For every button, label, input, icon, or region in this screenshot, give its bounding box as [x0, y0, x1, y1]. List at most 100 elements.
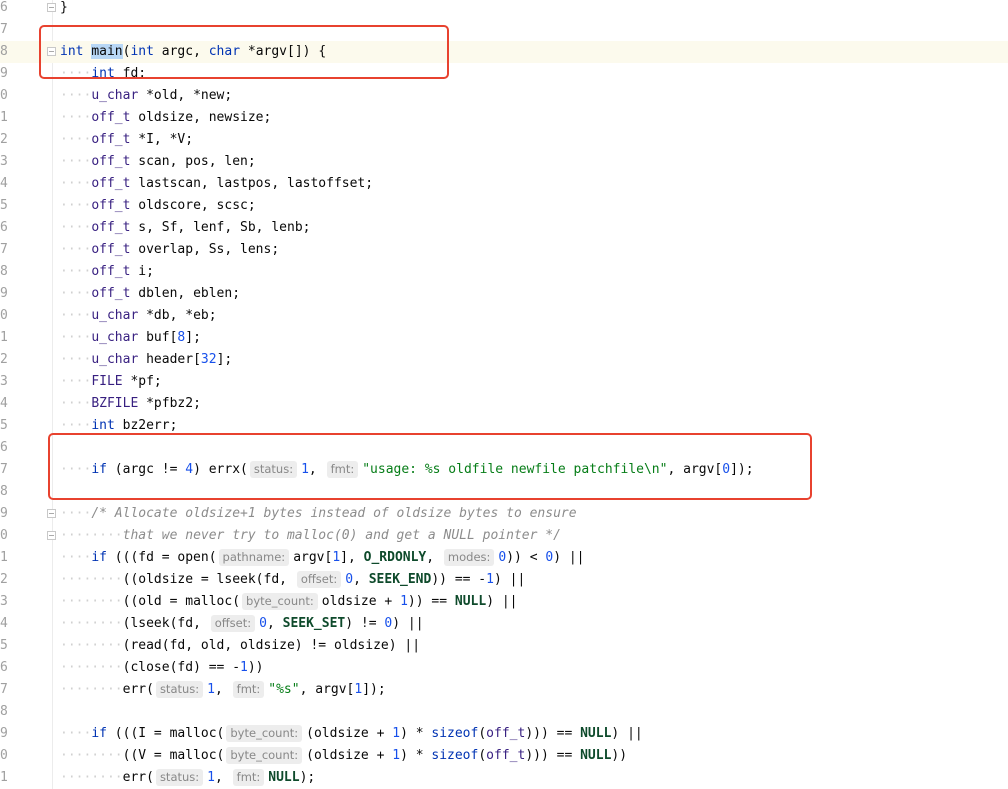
- fold-toggle-icon[interactable]: [47, 531, 56, 540]
- type-name: off_t: [91, 132, 131, 147]
- fold-toggle-icon[interactable]: [47, 3, 56, 12]
- type-name: off_t: [91, 198, 131, 213]
- parameter-hint: byte_count:: [242, 593, 318, 610]
- code-line[interactable]: 0 ····u_char *old, *new;: [0, 85, 1008, 107]
- code-line[interactable]: 4 ····BZFILE *pfbz2;: [0, 393, 1008, 415]
- type-name: BZFILE: [91, 396, 139, 411]
- code-line[interactable]: 6 ········(close(fd) == -1)): [0, 657, 1008, 679]
- line-code: ····u_char *db, *eb;: [60, 305, 217, 327]
- code-text: }: [60, 0, 68, 15]
- code-line[interactable]: 0 ····u_char *db, *eb;: [0, 305, 1008, 327]
- parameter-hint: fmt:: [232, 681, 265, 698]
- code-line[interactable]: 0 ········that we never try to malloc(0) …: [0, 525, 1008, 547]
- line-code: ········((V = malloc(byte_count: (oldsize…: [60, 745, 627, 767]
- line-code: ········(lseek(fd, offset: 0, SEEK_SET) !…: [60, 613, 424, 635]
- line-code: ····u_char *old, *new;: [60, 85, 232, 107]
- keyword: if: [91, 726, 107, 741]
- code-line[interactable]: 7 ····off_t overlap, Ss, lens;: [0, 239, 1008, 261]
- parameter-hint: status:: [155, 769, 204, 786]
- line-code: }: [60, 0, 68, 19]
- code-line[interactable]: 7 ········err(status: 1, fmt: "%s", argv[1]…: [0, 679, 1008, 701]
- indent-whitespace: ········: [60, 748, 123, 763]
- line-code: ····if (((fd = open(pathname: argv[1], O_…: [60, 547, 585, 569]
- code-line[interactable]: 8: [0, 701, 1008, 723]
- type-name: off_t: [91, 286, 131, 301]
- type-name: FILE: [91, 374, 123, 389]
- code-line[interactable]: 2 ····u_char header[32];: [0, 349, 1008, 371]
- code-line[interactable]: 3 ····off_t scan, pos, len;: [0, 151, 1008, 173]
- code-text: dblen, eblen;: [130, 286, 241, 301]
- parameter-hint: byte_count:: [226, 725, 303, 742]
- code-text: );: [299, 770, 316, 785]
- code-line[interactable]: 6 ····off_t s, Sf, lenf, Sb, lenb;: [0, 217, 1008, 239]
- code-line[interactable]: 4 ····off_t lastscan, lastpos, lastoffset…: [0, 173, 1008, 195]
- line-number: 5: [0, 418, 8, 433]
- indent-whitespace: ····: [60, 132, 92, 147]
- line-number: 6: [0, 440, 8, 455]
- indent-whitespace: ····: [60, 352, 92, 367]
- type-name: off_t: [486, 748, 526, 763]
- code-text: ,: [266, 616, 283, 631]
- number-literal: 0: [345, 572, 354, 587]
- code-text: ) *: [400, 726, 432, 741]
- parameter-hint: status:: [155, 681, 204, 698]
- code-line[interactable]: 3 ········((old = malloc(byte_count: oldsi…: [0, 591, 1008, 613]
- code-line[interactable]: 2 ········((oldsize = lseek(fd, offset: 0,…: [0, 569, 1008, 591]
- line-number: 0: [0, 308, 8, 323]
- code-line[interactable]: 1 ····u_char buf[8];: [0, 327, 1008, 349]
- line-code: ····off_t *I, *V;: [60, 129, 193, 151]
- code-text: oldsize, newsize;: [130, 110, 272, 125]
- line-code: ········(read(fd, old, oldsize) != oldsi…: [60, 635, 420, 657]
- code-editor[interactable]: 6} 7 8 int main(int argc, char *argv[]) {9 ·…: [0, 0, 1008, 789]
- code-text: )) ==: [407, 594, 455, 609]
- code-line[interactable]: 1 ········err(status: 1, fmt: NULL);: [0, 767, 1008, 789]
- code-line[interactable]: 5 ········(read(fd, old, oldsize) != olds…: [0, 635, 1008, 657]
- code-line[interactable]: 6}: [0, 0, 1008, 19]
- comment: that we never try to malloc(0) and get a…: [122, 528, 561, 543]
- line-number: 8: [0, 484, 8, 499]
- code-line[interactable]: 2 ····off_t *I, *V;: [0, 129, 1008, 151]
- indent-whitespace: ····: [60, 286, 92, 301]
- code-text: ) ||: [392, 616, 424, 631]
- type-name: off_t: [91, 264, 131, 279]
- code-line[interactable]: 5 ····off_t oldscore, scsc;: [0, 195, 1008, 217]
- line-number: 3: [0, 374, 8, 389]
- code-line[interactable]: 8 ····off_t i;: [0, 261, 1008, 283]
- line-code: ········err(status: 1, fmt: "%s", argv[1])…: [60, 679, 386, 701]
- code-text: lastscan, lastpos, lastoffset;: [130, 176, 374, 191]
- code-text: ) ||: [611, 726, 643, 741]
- line-code: ····/* Allocate oldsize+1 bytes instead …: [60, 503, 577, 525]
- line-code: ········((old = malloc(byte_count: oldsiz…: [60, 591, 518, 613]
- code-text: (read(fd, old, oldsize) != oldsize) ||: [122, 638, 421, 653]
- parameter-hint: offset:: [210, 615, 256, 632]
- line-code: ····off_t lastscan, lastpos, lastoffset;: [60, 173, 373, 195]
- code-text: ,: [214, 770, 231, 785]
- code-text: ],: [340, 550, 364, 565]
- line-number: 8: [0, 704, 8, 719]
- line-code: ····off_t s, Sf, lenf, Sb, lenb;: [60, 217, 310, 239]
- code-line[interactable]: 0 ········((V = malloc(byte_count: (oldsiz…: [0, 745, 1008, 767]
- code-text: (oldsize +: [306, 748, 393, 763]
- code-line[interactable]: 1 ····if (((fd = open(pathname: argv[1], O…: [0, 547, 1008, 569]
- indent-whitespace: ········: [60, 660, 123, 675]
- code-line[interactable]: 4 ········(lseek(fd, offset: 0, SEEK_SET) …: [0, 613, 1008, 635]
- line-code: ········(close(fd) == -1)): [60, 657, 264, 679]
- code-text: (lseek(fd,: [122, 616, 209, 631]
- line-number: 0: [0, 528, 8, 543]
- indent-whitespace: ····: [60, 264, 92, 279]
- code-line[interactable]: 3 ····FILE *pf;: [0, 371, 1008, 393]
- type-name: off_t: [91, 176, 131, 191]
- line-number: 6: [0, 0, 8, 15]
- line-number: 9: [0, 286, 8, 301]
- fold-toggle-icon[interactable]: [47, 509, 56, 518]
- code-text: (oldsize +: [306, 726, 393, 741]
- code-line[interactable]: 1 ····off_t oldsize, newsize;: [0, 107, 1008, 129]
- code-line[interactable]: 9 ····/* Allocate oldsize+1 bytes instead…: [0, 503, 1008, 525]
- constant: NULL: [454, 594, 487, 609]
- code-line[interactable]: 9 ····if (((I = malloc(byte_count: (oldsiz…: [0, 723, 1008, 745]
- code-line[interactable]: 9 ····off_t dblen, eblen;: [0, 283, 1008, 305]
- code-text: s, Sf, lenf, Sb, lenb;: [130, 220, 311, 235]
- code-text: ((oldsize = lseek(fd,: [122, 572, 295, 587]
- type-name: off_t: [91, 154, 131, 169]
- constant: O_RDONLY: [363, 550, 427, 565]
